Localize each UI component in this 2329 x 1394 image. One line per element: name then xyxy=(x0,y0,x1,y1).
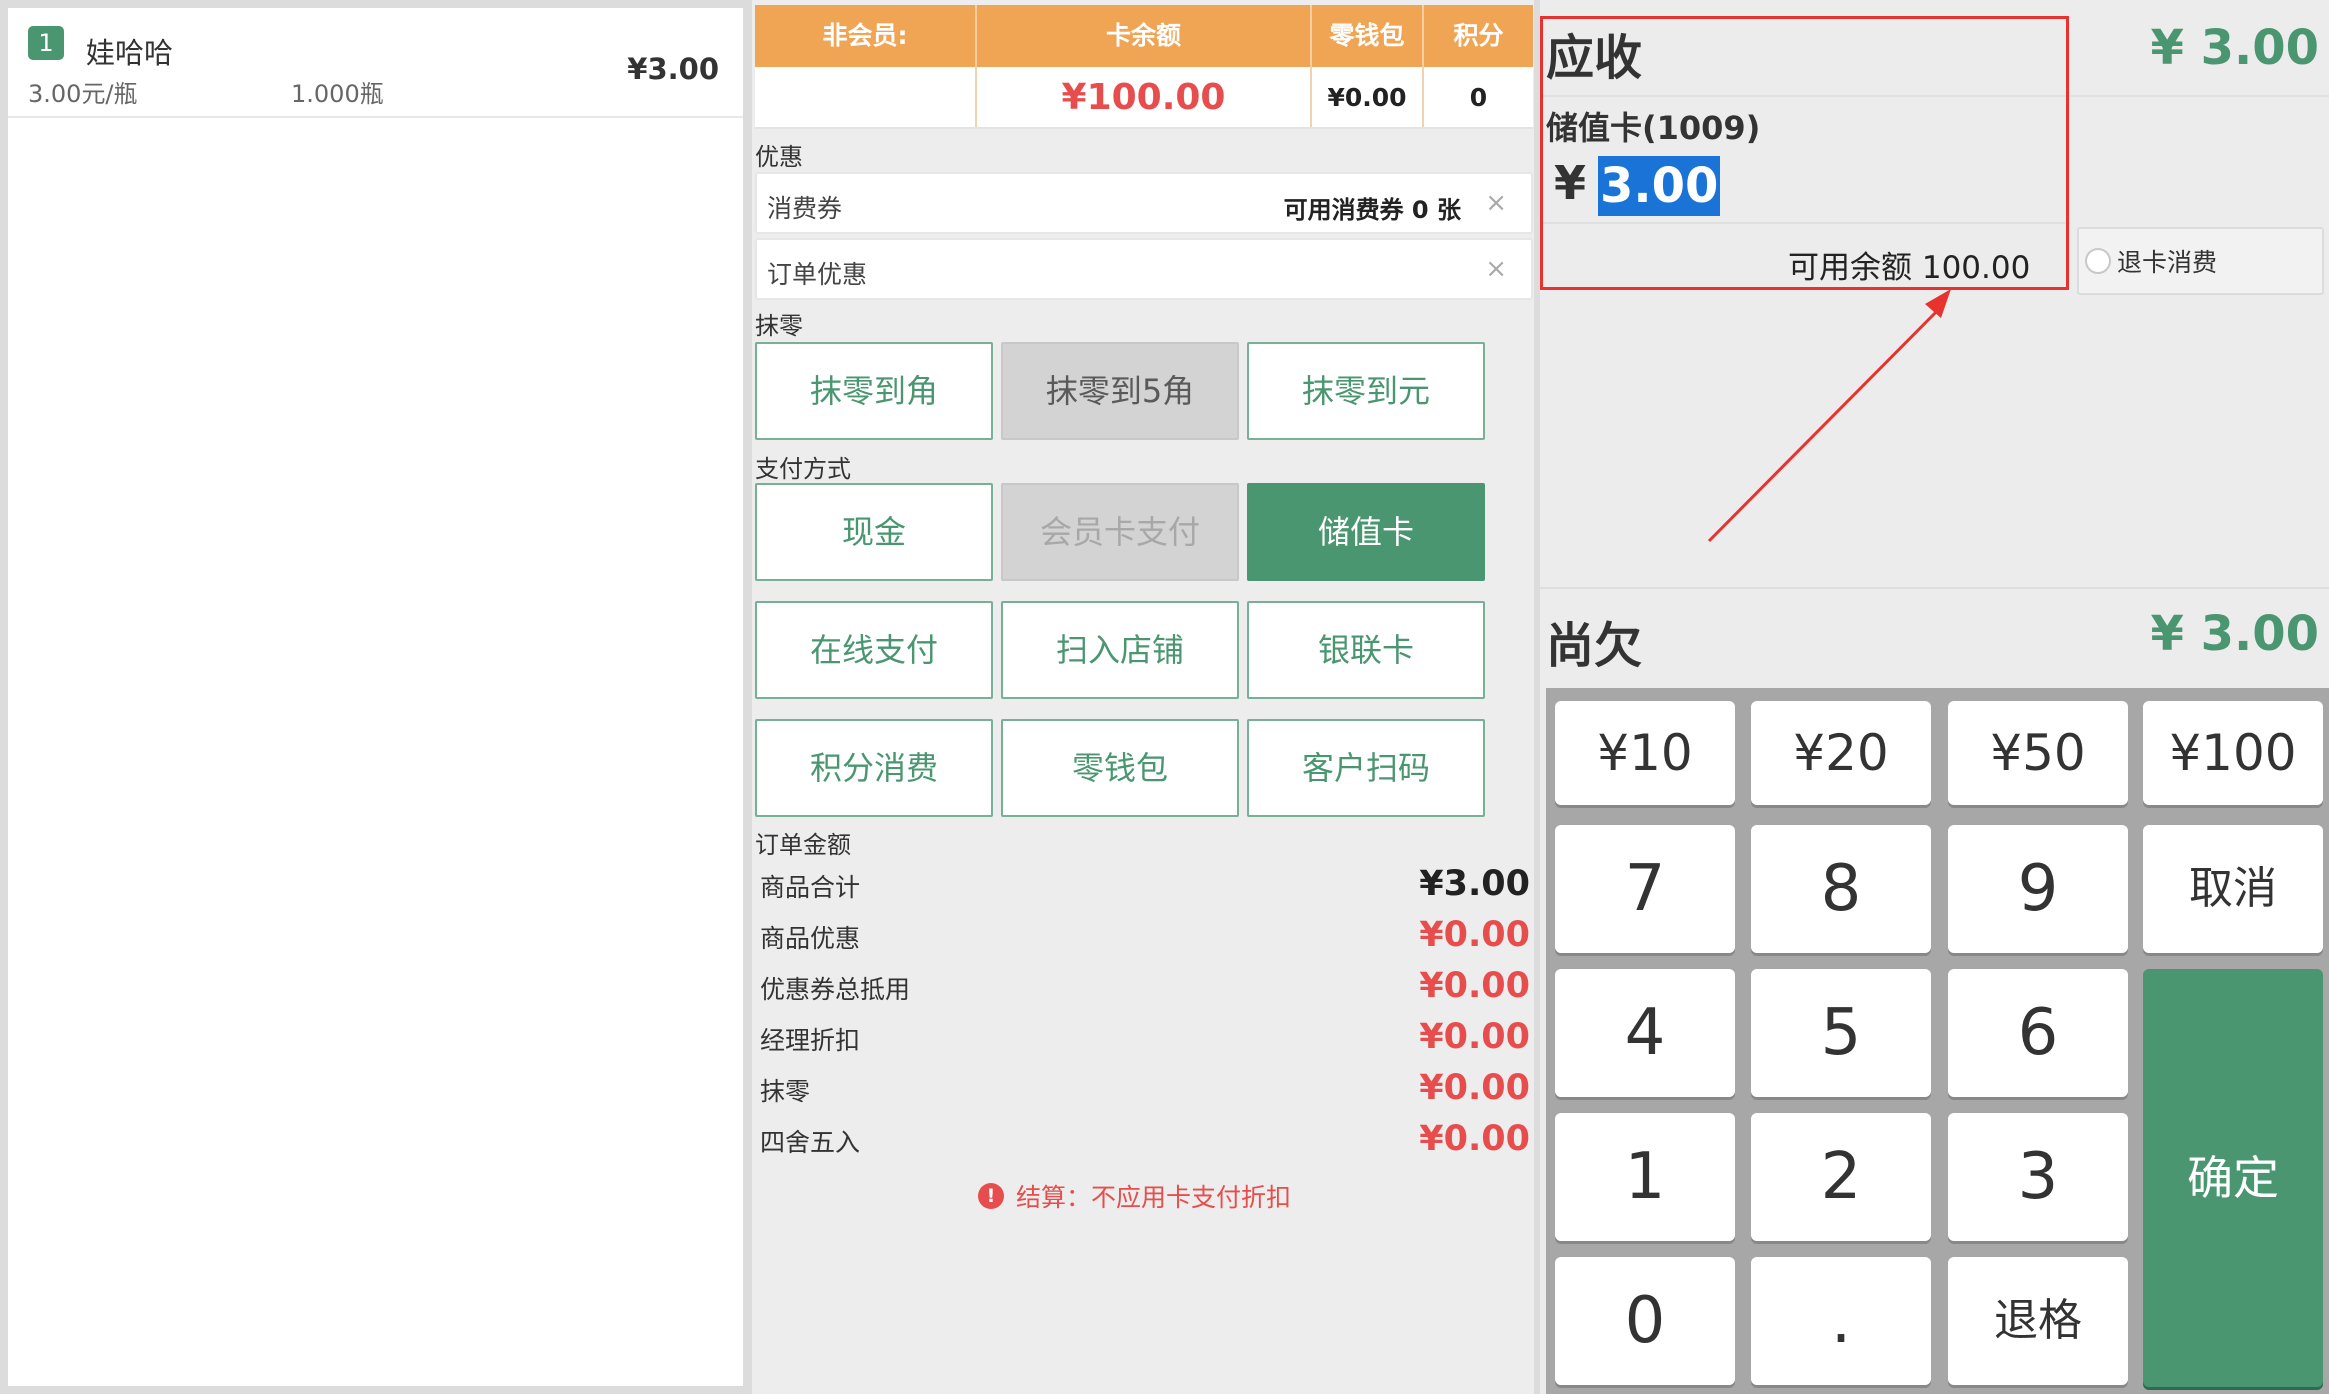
radio-icon[interactable] xyxy=(2085,248,2111,274)
summary-row-half-round: 四舍五入 ¥0.00 xyxy=(760,1119,1530,1159)
member-info-table: 非会员: 卡余额 零钱包 积分 ¥100.00 ¥0.00 0 xyxy=(755,5,1533,129)
summary-label: 经理折扣 xyxy=(760,1026,861,1055)
summary-row-goods-discount: 商品优惠 ¥0.00 xyxy=(760,915,1530,955)
order-amount-section-label: 订单金额 xyxy=(755,831,851,859)
round-to-half-yuan-button[interactable]: 抹零到5角 xyxy=(1001,342,1239,440)
key-3[interactable]: 3 xyxy=(1948,1113,2128,1241)
key-decimal[interactable]: . xyxy=(1751,1257,1931,1385)
key-5[interactable]: 5 xyxy=(1751,969,1931,1097)
scan-store-button[interactable]: 扫入店铺 xyxy=(1001,601,1239,699)
key-6[interactable]: 6 xyxy=(1948,969,2128,1097)
summary-value: ¥0.00 xyxy=(1419,966,1530,1006)
summary-label: 商品合计 xyxy=(760,873,861,902)
refund-card-option[interactable]: 退卡消费 xyxy=(2077,227,2324,295)
summary-row-manager-discount: 经理折扣 ¥0.00 xyxy=(760,1017,1530,1057)
member-info-values: ¥100.00 ¥0.00 0 xyxy=(755,67,1533,129)
summary-value: ¥3.00 xyxy=(1419,864,1530,904)
payment-method-section-label: 支付方式 xyxy=(755,455,851,483)
confirm-button[interactable]: 确定 xyxy=(2143,969,2323,1387)
quick-amount-50-button[interactable]: ¥50 xyxy=(1948,701,2128,805)
item-unit-price: 3.00元/瓶 xyxy=(28,80,138,108)
key-7[interactable]: 7 xyxy=(1555,825,1735,953)
card-balance-value: ¥100.00 xyxy=(977,67,1312,127)
coupon-clear-icon[interactable]: × xyxy=(1485,188,1507,218)
order-item-row[interactable]: 1 娃哈哈 ¥3.00 3.00元/瓶 1.000瓶 xyxy=(8,8,743,118)
cash-payment-button[interactable]: 现金 xyxy=(755,483,993,581)
refund-card-label: 退卡消费 xyxy=(2117,248,2218,277)
quick-amount-20-button[interactable]: ¥20 xyxy=(1751,701,1931,805)
owed-label: 尚欠 xyxy=(1546,618,1643,674)
points-value: 0 xyxy=(1469,83,1488,112)
summary-row-coupon-deduction: 优惠券总抵用 ¥0.00 xyxy=(760,966,1530,1006)
divider xyxy=(1540,587,2329,589)
non-member-value xyxy=(755,67,977,127)
item-index-badge: 1 xyxy=(28,26,64,60)
discount-section-label: 优惠 xyxy=(755,143,803,171)
wallet-header: 零钱包 xyxy=(1312,5,1424,67)
backspace-button[interactable]: 退格 xyxy=(1948,1257,2128,1385)
member-info-header: 非会员: 卡余额 零钱包 积分 xyxy=(755,5,1533,67)
summary-row-rounding: 抹零 ¥0.00 xyxy=(760,1068,1530,1108)
order-discount-field[interactable]: 订单优惠 × xyxy=(755,238,1533,300)
available-coupons-count: 可用消费券 0 张 xyxy=(1283,196,1461,224)
key-4[interactable]: 4 xyxy=(1555,969,1735,1097)
warning-icon: ! xyxy=(978,1183,1004,1209)
quick-amount-10-button[interactable]: ¥10 xyxy=(1555,701,1735,805)
key-9[interactable]: 9 xyxy=(1948,825,2128,953)
wallet-payment-button[interactable]: 零钱包 xyxy=(1001,719,1239,817)
round-to-jiao-button[interactable]: 抹零到角 xyxy=(755,342,993,440)
numeric-keypad: ¥10 ¥20 ¥50 ¥100 7 8 9 取消 4 5 6 确定 1 2 3… xyxy=(1546,688,2329,1394)
summary-value: ¥0.00 xyxy=(1419,1017,1530,1057)
summary-label: 商品优惠 xyxy=(760,924,861,953)
coupon-label: 消费券 xyxy=(767,194,843,223)
annotation-highlight-box xyxy=(1540,16,2069,290)
order-list-panel: 1 娃哈哈 ¥3.00 3.00元/瓶 1.000瓶 xyxy=(8,8,743,1386)
summary-label: 抹零 xyxy=(760,1077,811,1106)
checkout-panel: 应收 ¥ 3.00 储值卡(1009) ¥ 3.00 可用余额 100.00 退… xyxy=(1540,0,2329,1394)
points-header: 积分 xyxy=(1453,21,1504,50)
quick-amount-100-button[interactable]: ¥100 xyxy=(2143,701,2323,805)
member-card-payment-button[interactable]: 会员卡支付 xyxy=(1001,483,1239,581)
summary-value: ¥0.00 xyxy=(1419,915,1530,955)
coupon-field[interactable]: 消费券 可用消费券 0 张 × xyxy=(755,172,1533,234)
item-quantity: 1.000瓶 xyxy=(291,80,384,108)
settlement-note-text: 结算：不应用卡支付折扣 xyxy=(1016,1183,1292,1212)
card-balance-header: 卡余额 xyxy=(977,5,1312,67)
order-discount-label: 订单优惠 xyxy=(767,260,868,289)
unionpay-card-button[interactable]: 银联卡 xyxy=(1247,601,1485,699)
summary-value: ¥0.00 xyxy=(1419,1119,1530,1159)
rounding-section-label: 抹零 xyxy=(755,312,803,340)
key-1[interactable]: 1 xyxy=(1555,1113,1735,1241)
order-discount-clear-icon[interactable]: × xyxy=(1485,254,1507,284)
stored-value-card-button[interactable]: 储值卡 xyxy=(1247,483,1485,581)
item-name: 娃哈哈 xyxy=(86,36,174,70)
summary-label: 四舍五入 xyxy=(760,1128,861,1157)
customer-scan-button[interactable]: 客户扫码 xyxy=(1247,719,1485,817)
payment-options-panel: 非会员: 卡余额 零钱包 积分 ¥100.00 ¥0.00 0 优惠 消费券 可… xyxy=(752,0,1534,1394)
summary-row-goods-total: 商品合计 ¥3.00 xyxy=(760,864,1530,904)
item-price: ¥3.00 xyxy=(627,52,719,86)
wallet-value: ¥0.00 xyxy=(1312,67,1424,127)
non-member-header: 非会员: xyxy=(755,5,977,67)
summary-value: ¥0.00 xyxy=(1419,1068,1530,1108)
key-0[interactable]: 0 xyxy=(1555,1257,1735,1385)
owed-amount: ¥ 3.00 xyxy=(2150,606,2319,662)
cancel-button[interactable]: 取消 xyxy=(2143,825,2323,953)
key-8[interactable]: 8 xyxy=(1751,825,1931,953)
online-payment-button[interactable]: 在线支付 xyxy=(755,601,993,699)
summary-label: 优惠券总抵用 xyxy=(760,975,911,1004)
points-payment-button[interactable]: 积分消费 xyxy=(755,719,993,817)
key-2[interactable]: 2 xyxy=(1751,1113,1931,1241)
settlement-note: ! 结算：不应用卡支付折扣 xyxy=(978,1178,1291,1214)
round-to-yuan-button[interactable]: 抹零到元 xyxy=(1247,342,1485,440)
receivable-amount: ¥ 3.00 xyxy=(2150,20,2319,76)
